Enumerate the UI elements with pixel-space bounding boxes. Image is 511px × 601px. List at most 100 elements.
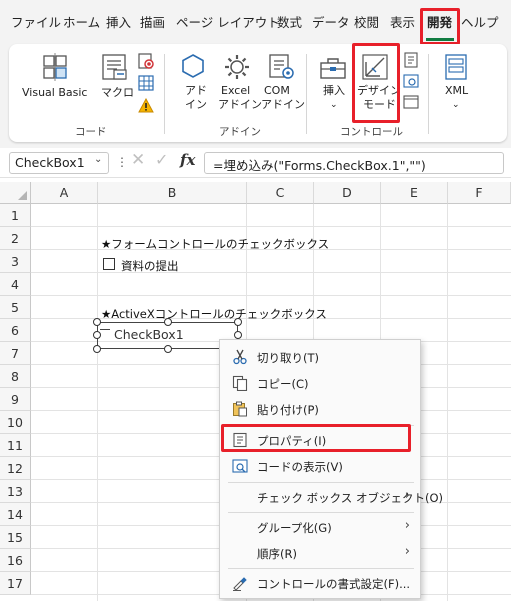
resize-handle[interactable] <box>234 331 242 339</box>
more-icon[interactable]: ⋮ <box>116 155 128 169</box>
row-header[interactable]: 11 <box>0 434 31 457</box>
format-control-icon <box>233 577 247 591</box>
row-header[interactable]: 12 <box>0 457 31 480</box>
row-header[interactable]: 9 <box>0 388 31 411</box>
developer-tab-highlight <box>420 8 460 45</box>
row-header[interactable]: 2 <box>0 227 31 250</box>
addin-button-label-1[interactable]: アド <box>185 84 207 98</box>
chevron-right-icon: › <box>404 518 410 533</box>
row-header[interactable]: 6 <box>0 319 31 342</box>
com-addin-label-1[interactable]: COM <box>264 84 290 98</box>
cell-b2[interactable]: ★フォームコントロールのチェックボックス <box>101 236 329 252</box>
row-header[interactable]: 17 <box>0 572 31 595</box>
resize-handle[interactable] <box>93 318 101 326</box>
chevron-down-icon[interactable]: ⌄ <box>94 154 102 165</box>
column-header-b[interactable]: B <box>98 182 247 204</box>
tab-page-layout[interactable]: ページ レイアウト <box>176 12 280 31</box>
tab-review[interactable]: 校閲 <box>354 12 379 31</box>
row-header[interactable]: 13 <box>0 480 31 503</box>
tab-help[interactable]: ヘルプ <box>461 12 499 31</box>
view-code-icon[interactable] <box>403 73 419 89</box>
select-all-corner[interactable] <box>0 182 31 204</box>
excel-addin-label-1[interactable]: Excel <box>221 84 250 98</box>
row-header[interactable]: 7 <box>0 342 31 365</box>
column-gridline <box>447 204 448 601</box>
ribbon: ファイル ホーム 挿入 描画 ページ レイアウト 数式 データ 校閲 表示 開発… <box>0 0 511 148</box>
row-header[interactable]: 5 <box>0 296 31 319</box>
menu-item-label: グループ化(G) <box>257 521 332 535</box>
row-gridline <box>31 295 511 296</box>
row-header[interactable]: 3 <box>0 250 31 273</box>
visual-basic-button[interactable]: Visual Basic <box>22 86 87 100</box>
tab-file[interactable]: ファイル <box>11 12 61 31</box>
insert-control-button[interactable]: 挿入 <box>323 84 345 98</box>
scissors-icon <box>233 349 247 365</box>
row-header[interactable]: 10 <box>0 411 31 434</box>
controls-group-label: コントロール <box>340 126 403 138</box>
menu-item-format-control[interactable]: コントロールの書式設定(F)... <box>220 570 420 596</box>
tab-draw[interactable]: 描画 <box>140 12 165 31</box>
enter-icon[interactable]: ✓ <box>155 150 168 169</box>
menu-item-order[interactable]: 順序(R) › <box>220 540 420 566</box>
run-dialog-icon[interactable] <box>403 94 419 110</box>
menu-item-checkbox-object[interactable]: チェック ボックス オブジェクト(O) › <box>220 484 443 510</box>
menu-item-label: コピー(C) <box>257 377 309 391</box>
properties-icon[interactable] <box>403 52 419 68</box>
tab-insert[interactable]: 挿入 <box>106 12 131 31</box>
row-header[interactable]: 16 <box>0 549 31 572</box>
row-gridline <box>31 272 511 273</box>
menu-item-label: 切り取り(T) <box>257 351 319 365</box>
select-all-triangle-icon <box>18 191 27 200</box>
activex-checkbox-square <box>100 329 110 330</box>
cell-b5[interactable]: ★ActiveXコントロールのチェックボックス <box>101 306 327 322</box>
row-header[interactable]: 8 <box>0 365 31 388</box>
menu-separator <box>228 482 414 483</box>
column-header-d[interactable]: D <box>314 182 381 204</box>
properties-highlight <box>221 424 411 452</box>
macro-security-icon[interactable] <box>138 98 154 114</box>
menu-separator <box>228 512 414 513</box>
excel-addin-label-2[interactable]: アドイン <box>218 98 262 112</box>
record-macro-icon[interactable] <box>137 52 155 70</box>
group-separator <box>428 54 429 134</box>
resize-handle[interactable] <box>164 345 172 353</box>
resize-handle[interactable] <box>93 345 101 353</box>
menu-item-paste[interactable]: 貼り付け(P) <box>220 396 420 422</box>
column-header-f[interactable]: F <box>448 182 511 204</box>
com-addin-label-2[interactable]: アドイン <box>261 98 305 112</box>
code-group-label: コード <box>75 126 107 138</box>
resize-handle[interactable] <box>234 318 242 326</box>
row-header[interactable]: 4 <box>0 273 31 296</box>
xml-button[interactable]: XML <box>445 84 468 98</box>
tab-home[interactable]: ホーム <box>63 12 100 31</box>
menu-item-group[interactable]: グループ化(G) › <box>220 514 420 540</box>
xml-icon <box>445 54 467 80</box>
form-checkbox[interactable] <box>103 258 115 270</box>
row-header[interactable]: 14 <box>0 503 31 526</box>
menu-item-view-code[interactable]: コードの表示(V) <box>220 453 420 479</box>
relative-reference-icon[interactable] <box>138 75 154 91</box>
tab-formulas[interactable]: 数式 <box>277 12 302 31</box>
menu-item-label: 貼り付け(P) <box>257 403 319 417</box>
resize-handle[interactable] <box>93 331 101 339</box>
menu-item-copy[interactable]: コピー(C) <box>220 370 420 396</box>
macro-button[interactable]: マクロ <box>101 86 134 100</box>
column-header-c[interactable]: C <box>247 182 314 204</box>
group-separator <box>164 54 165 134</box>
tab-data[interactable]: データ <box>312 12 350 31</box>
cancel-icon[interactable]: ✕ <box>131 150 145 170</box>
column-header-a[interactable]: A <box>31 182 98 204</box>
addin-button-label-2[interactable]: イン <box>185 98 207 112</box>
insert-function-icon[interactable]: fx <box>180 151 195 169</box>
menu-item-cut[interactable]: 切り取り(T) <box>220 344 420 370</box>
design-mode-highlight <box>352 43 400 123</box>
row-header[interactable]: 15 <box>0 526 31 549</box>
chevron-right-icon: › <box>404 544 410 559</box>
row-header[interactable]: 1 <box>0 204 31 227</box>
tab-view[interactable]: 表示 <box>390 12 415 31</box>
copy-icon <box>232 375 248 391</box>
row-gridline <box>31 226 511 227</box>
column-header-e[interactable]: E <box>381 182 448 204</box>
formula-input[interactable]: =埋め込み("Forms.CheckBox.1","") <box>204 152 504 174</box>
resize-handle[interactable] <box>164 318 172 326</box>
